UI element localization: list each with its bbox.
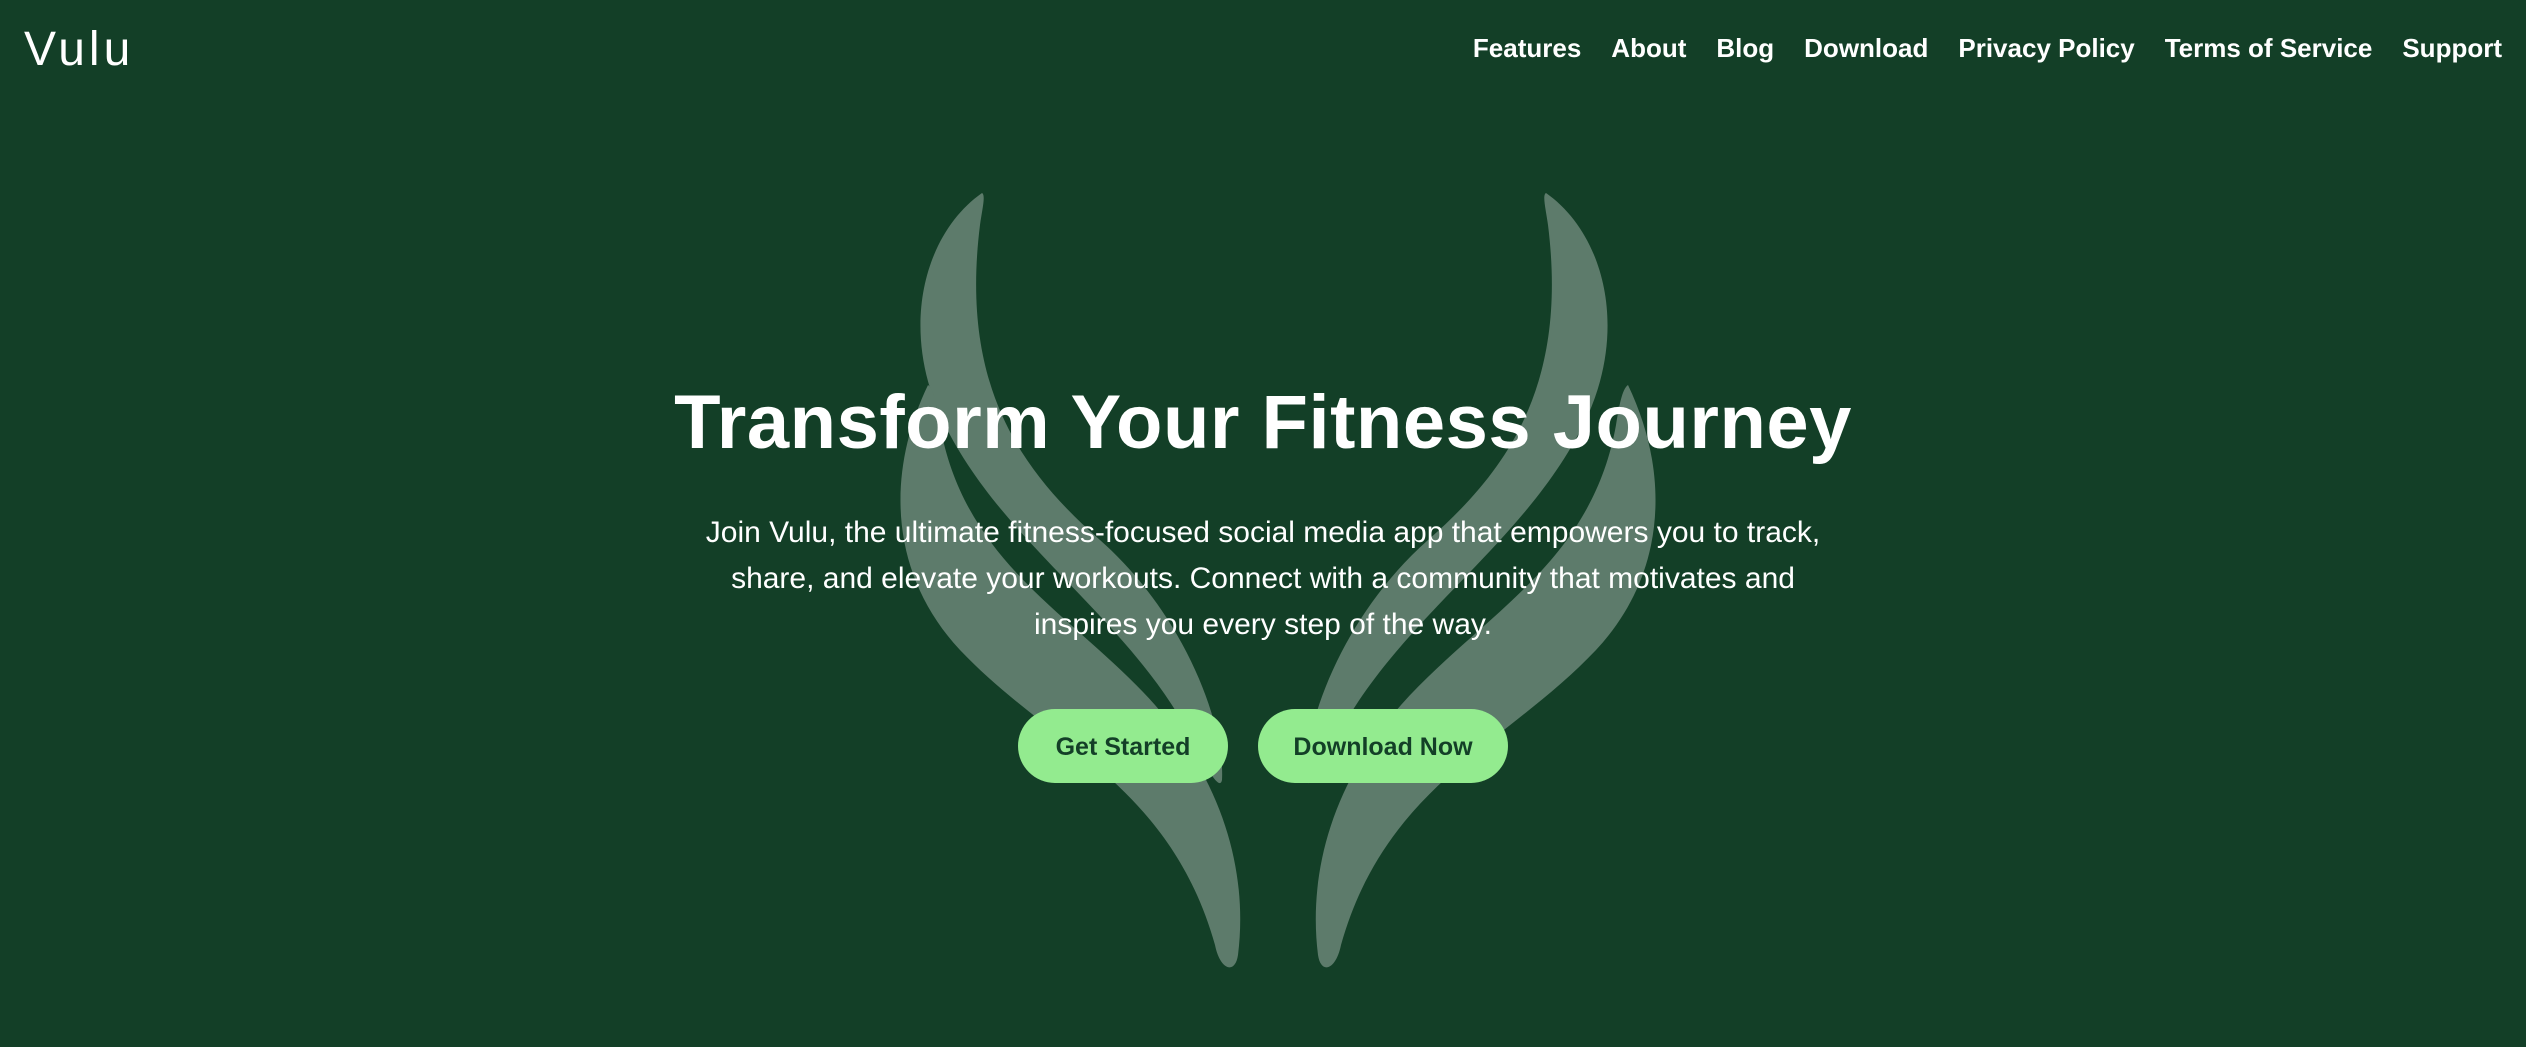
site-header: Vulu Features About Blog Download Privac… <box>0 0 2526 100</box>
nav-link-support[interactable]: Support <box>2402 30 2502 66</box>
hero-cta-group: Get Started Download Now <box>0 709 2526 783</box>
nav-link-about[interactable]: About <box>1611 30 1686 66</box>
hero-title: Transform Your Fitness Journey <box>674 380 1852 465</box>
nav-link-privacy-policy[interactable]: Privacy Policy <box>1958 30 2134 66</box>
get-started-button[interactable]: Get Started <box>1018 709 1228 783</box>
nav-link-terms-of-service[interactable]: Terms of Service <box>2165 30 2373 66</box>
nav-link-features[interactable]: Features <box>1473 30 1581 66</box>
hero-description: Join Vulu, the ultimate fitness-focused … <box>705 516 1821 641</box>
main-nav: Features About Blog Download Privacy Pol… <box>1473 30 2502 66</box>
brand-logo[interactable]: Vulu <box>24 22 134 78</box>
nav-link-download[interactable]: Download <box>1804 30 1928 66</box>
download-now-button[interactable]: Download Now <box>1258 709 1508 783</box>
nav-link-blog[interactable]: Blog <box>1716 30 1774 66</box>
